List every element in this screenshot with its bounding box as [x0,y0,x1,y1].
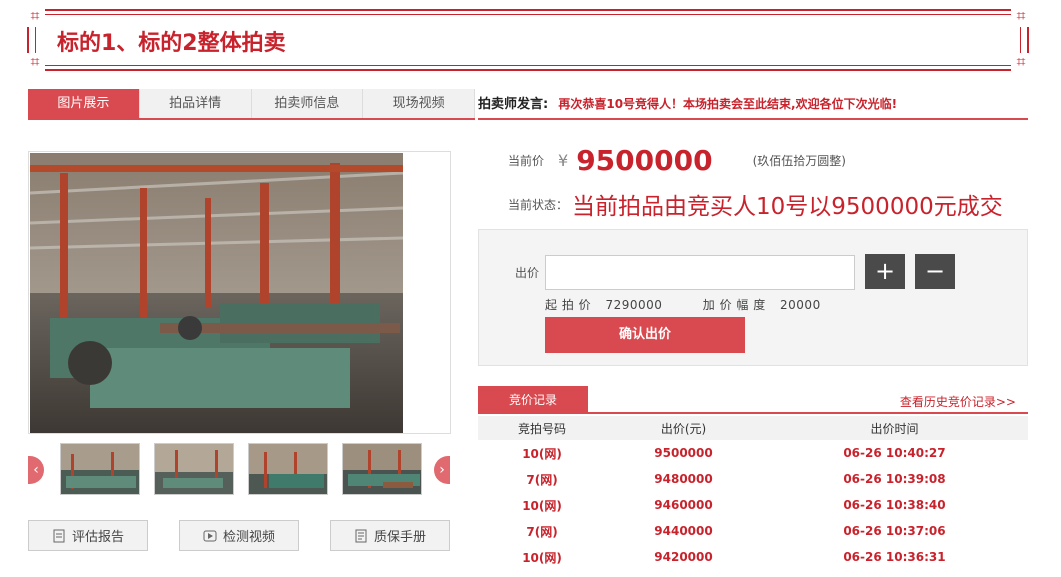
announcement-message: 再次恭喜10号竞得人！本场拍卖会至此结束,欢迎各位下次光临! [558,97,898,111]
bidder-number: 10(网) [522,550,562,565]
starting-price-value: 7290000 [605,298,663,312]
page-title: 标的1、标的2整体拍卖 [57,31,286,56]
auctioneer-announcement: 拍卖师发言: 再次恭喜10号竞得人！本场拍卖会至此结束,欢迎各位下次光临! [478,89,1028,120]
bid-amount: 9420000 [654,550,713,564]
corner-ornament-icon: ⌗ [25,53,45,73]
bid-amount: 9460000 [654,498,713,512]
bid-label: 出价 [515,266,540,280]
bid-records-header: 竞价记录 查看历史竞价记录>> [478,386,1028,414]
status-text: 当前拍品由竞买人10号以9500000元成交 [572,194,1003,220]
thumbnail[interactable] [342,443,422,495]
bid-time: 06-26 10:37:06 [843,524,946,538]
current-price-value: 9500000 [576,143,713,177]
bidder-number: 7(网) [526,524,558,539]
current-status-row: 当前状态： 当前拍品由竞买人10号以9500000元成交 [508,187,1003,221]
bidder-number: 10(网) [522,446,562,461]
column-header-amount: 出价(元) [606,416,761,440]
bid-records-table: 竞拍号码 出价(元) 出价时间 10(网) 9500000 06-26 10:4… [478,416,1028,570]
table-row: 7(网) 9480000 06-26 10:39:08 [478,466,1028,492]
current-price-label: 当前价 [508,153,545,168]
main-photo-frame [28,151,451,434]
corner-ornament-icon: ⌗ [25,7,45,27]
column-header-time: 出价时间 [760,416,1028,440]
starting-price-label: 起 拍 价 [545,298,592,312]
table-row: 7(网) 9440000 06-26 10:37:06 [478,518,1028,544]
thumbnail[interactable] [60,443,140,495]
bidder-number: 10(网) [522,498,562,513]
table-row: 10(网) 9500000 06-26 10:40:27 [478,440,1028,466]
bid-amount-input[interactable] [545,255,855,290]
increment-value: 20000 [780,298,821,312]
corner-ornament-icon: ⌗ [1011,7,1031,27]
current-price-row: 当前价 ¥ 9500000 (玖佰伍拾万圆整) [508,143,846,177]
bid-amount: 9440000 [654,524,713,538]
bid-time: 06-26 10:38:40 [843,498,946,512]
play-icon [203,529,217,543]
media-tabs: 图片展示 拍品详情 拍卖师信息 现场视频 [28,89,475,120]
currency-symbol: ¥ [558,150,569,170]
manual-icon [354,529,368,543]
bidder-number: 7(网) [526,472,558,487]
bid-panel: 出价 + − 起 拍 价 7290000 加 价 幅 度 20000 确认出价 [478,229,1028,366]
inspection-video-button[interactable]: 检测视频 [179,520,299,551]
tab-photos[interactable]: 图片展示 [28,89,140,118]
increment-label: 加 价 幅 度 [702,298,766,312]
tab-live-video[interactable]: 现场视频 [363,89,475,118]
thumbnail[interactable] [248,443,328,495]
title-banner: ⌗ ⌗ ⌗ ⌗ 标的1、标的2整体拍卖 [25,7,1031,73]
bid-amount: 9480000 [654,472,713,486]
tab-lot-details[interactable]: 拍品详情 [140,89,252,118]
increase-bid-button[interactable]: + [865,254,905,289]
bid-time: 06-26 10:40:27 [843,446,946,460]
decrease-bid-button[interactable]: − [915,254,955,289]
tab-auctioneer-info[interactable]: 拍卖师信息 [252,89,364,118]
appraisal-report-label: 评估报告 [71,530,124,545]
history-records-link[interactable]: 查看历史竞价记录>> [900,393,1016,410]
table-row: 10(网) 9460000 06-26 10:38:40 [478,492,1028,518]
column-header-bidder: 竞拍号码 [478,416,607,440]
announcement-label: 拍卖师发言: [478,97,549,112]
main-photo[interactable] [30,153,403,433]
bid-amount: 9500000 [654,446,713,460]
gallery-prev-button[interactable]: ‹ [28,456,44,484]
table-row: 10(网) 9420000 06-26 10:36:31 [478,544,1028,570]
inspection-video-label: 检测视频 [222,530,275,545]
tab-bid-records[interactable]: 竞价记录 [478,386,588,414]
bid-time: 06-26 10:36:31 [843,550,946,564]
status-label: 当前状态： [508,197,569,212]
warranty-manual-label: 质保手册 [373,530,426,545]
appraisal-report-button[interactable]: 评估报告 [28,520,148,551]
document-icon [52,529,66,543]
gallery-next-button[interactable]: › [434,456,450,484]
bid-time: 06-26 10:39:08 [843,472,946,486]
bid-rules: 起 拍 价 7290000 加 价 幅 度 20000 [545,296,831,313]
confirm-bid-button[interactable]: 确认出价 [545,317,745,353]
warranty-manual-button[interactable]: 质保手册 [330,520,450,551]
thumbnail[interactable] [154,443,234,495]
price-in-chinese: (玖佰伍拾万圆整) [752,153,846,168]
corner-ornament-icon: ⌗ [1011,53,1031,73]
